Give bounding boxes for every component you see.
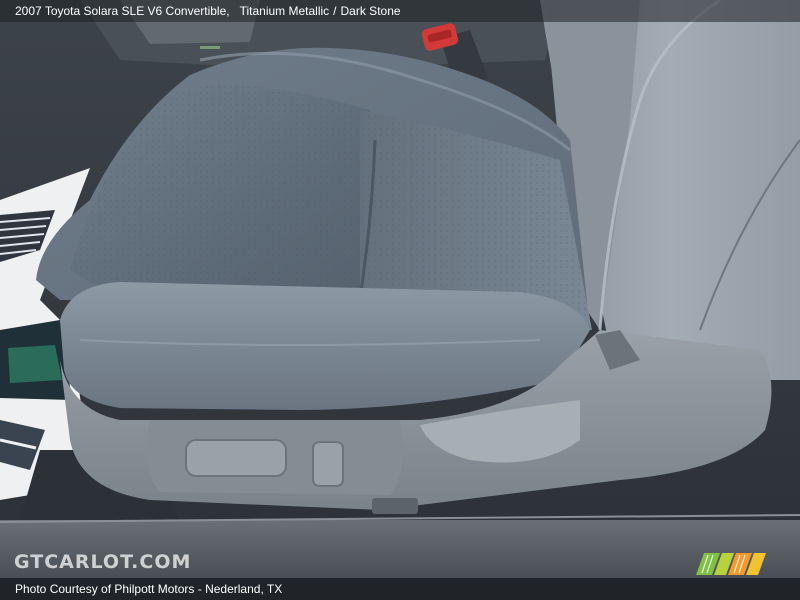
vehicle-title: 2007 Toyota Solara SLE V6 Convertible <box>15 4 227 18</box>
car-seat-photo <box>0 0 800 600</box>
photo-title-bar: 2007 Toyota Solara SLE V6 Convertible, Ti… <box>0 0 800 22</box>
gtcarlot-stripe-logo <box>696 553 766 575</box>
exterior-color: Titanium Metallic <box>239 4 330 18</box>
photo-credit: Photo Courtesy of Philpott Motors - Nede… <box>15 582 283 596</box>
interior-color: Dark Stone <box>340 4 401 18</box>
seat-slide-switch <box>185 439 287 477</box>
title-separator: , <box>226 4 230 18</box>
gtcarlot-watermark: GTCARLOT.COM <box>14 551 192 573</box>
seat-lever-slot <box>372 498 418 514</box>
photo-credit-bar: Photo Courtesy of Philpott Motors - Nede… <box>0 578 800 600</box>
color-separator: / <box>333 4 337 18</box>
seat-recline-switch <box>312 441 344 487</box>
